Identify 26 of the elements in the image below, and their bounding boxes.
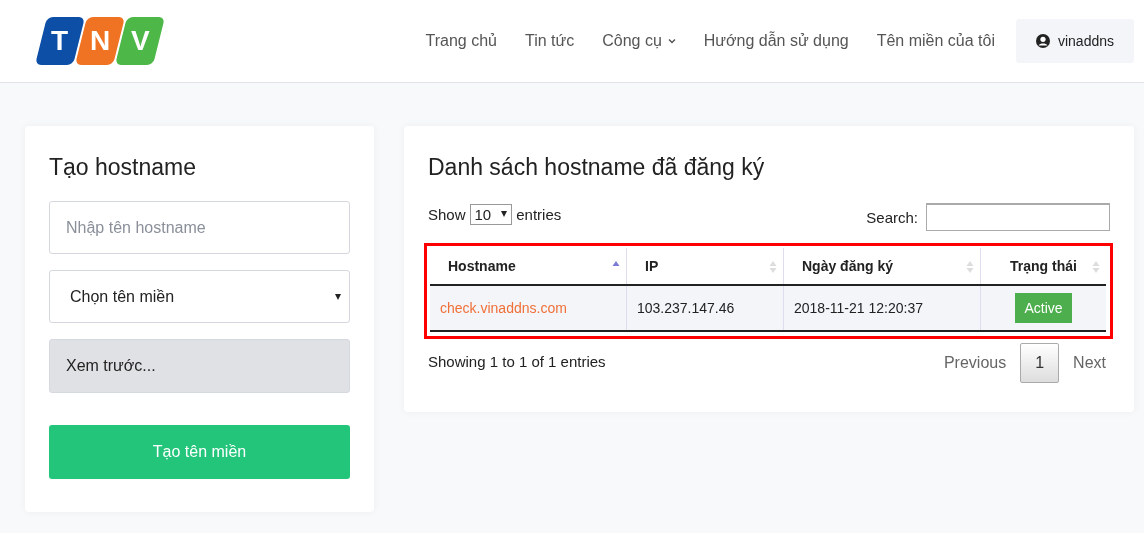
nav-link[interactable]: Công cụ (602, 32, 676, 50)
user-icon (1035, 34, 1050, 48)
nav-link[interactable]: Tên miền của tôi (876, 32, 995, 50)
table-cell: 103.237.147.46 (626, 285, 784, 331)
entries-info: Showing 1 to 1 of 1 entries (428, 353, 606, 370)
caret-icon (667, 38, 676, 44)
search-label: Search: (866, 208, 918, 226)
nav-link[interactable]: Hướng dẫn sử dụng (703, 32, 849, 50)
entries-label: entries (516, 205, 562, 223)
search-field[interactable] (926, 203, 1110, 231)
preview-field: Xem trước... (49, 339, 350, 393)
card-title: Tạo hostname (49, 154, 198, 181)
show-label: Show (428, 205, 466, 223)
status-badge: Active (1015, 293, 1072, 323)
nav-link[interactable]: Tin tức (524, 32, 575, 50)
page-button[interactable]: 1 (1020, 343, 1060, 383)
domain-select[interactable]: Chọn tên miền (49, 270, 350, 323)
card-title: Danh sách hostname đã đăng ký (428, 154, 766, 181)
user-button[interactable]: vinaddns (1015, 19, 1134, 63)
page-size-select[interactable]: 10 (469, 203, 513, 225)
hostname-field[interactable]: Nhập tên hostname (49, 201, 350, 254)
next-link[interactable]: Next (1059, 344, 1120, 382)
nav-link[interactable]: Trang chủ (425, 32, 497, 50)
logo[interactable]: T N V (33, 17, 167, 65)
previous-link[interactable]: Previous (929, 344, 1021, 382)
table-cell: 2018-11-21 12:20:37 (783, 285, 981, 331)
